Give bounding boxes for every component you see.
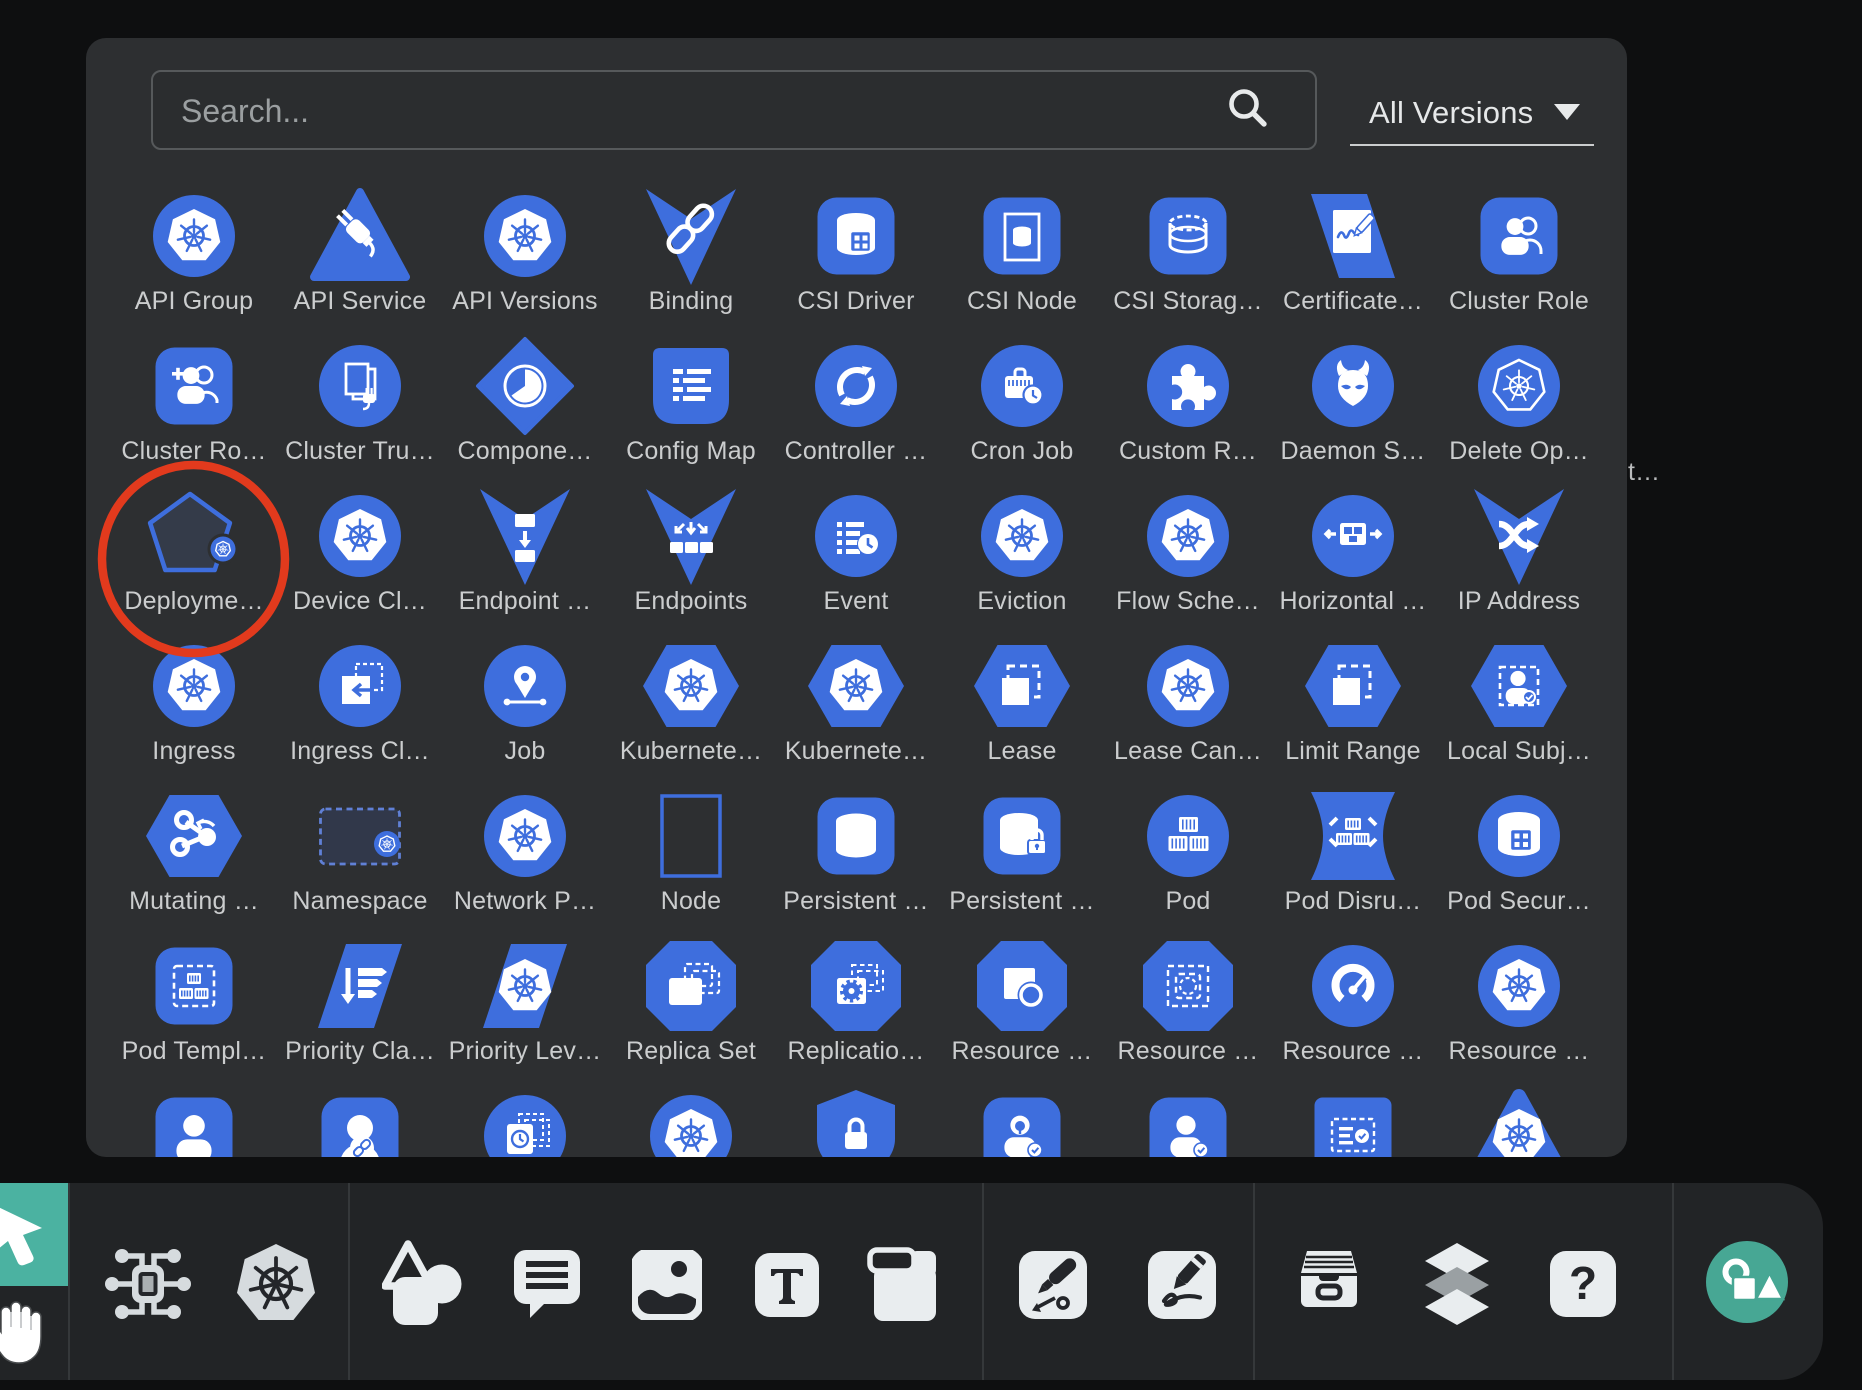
svg-text:?: ? (1569, 1257, 1597, 1309)
